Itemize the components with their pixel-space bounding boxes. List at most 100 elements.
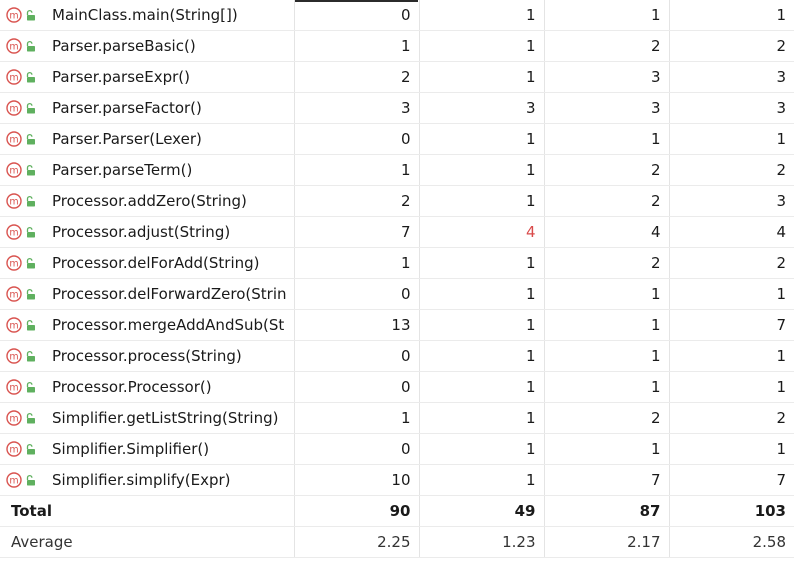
metric-value: 2 <box>668 247 794 279</box>
method-icon: m <box>6 472 22 488</box>
total-value: 103 <box>668 495 794 527</box>
method-row[interactable]: m Parser.Parser(Lexer) 0 1 1 1 <box>0 123 794 155</box>
method-row[interactable]: m Simplifier.simplify(Expr) 10 1 7 7 <box>0 464 794 496</box>
method-row[interactable]: m Parser.parseTerm() 1 1 2 2 <box>0 154 794 186</box>
method-row[interactable]: m Simplifier.getListString(String) 1 1 2 2 <box>0 402 794 434</box>
metric-value: 2 <box>668 402 794 434</box>
method-name-cell: m Parser.Parser(Lexer) <box>0 123 294 155</box>
public-lock-icon <box>26 319 35 331</box>
metric-value: 1 <box>543 340 669 372</box>
average-value: 2.25 <box>293 526 419 558</box>
total-value: 90 <box>293 495 419 527</box>
svg-text:m: m <box>9 10 18 21</box>
method-name-cell: m MainClass.main(String[]) <box>0 0 294 31</box>
method-name-wrap: m Processor.delForAdd(String) <box>6 254 294 272</box>
method-row[interactable]: m Parser.parseFactor() 3 3 3 3 <box>0 92 794 124</box>
metrics-table: m MainClass.main(String[]) 0 1 1 1 m Parser.par… <box>0 0 794 558</box>
metric-value: 1 <box>293 402 419 434</box>
method-row[interactable]: m Simplifier.Simplifier() 0 1 1 1 <box>0 433 794 465</box>
method-name: Simplifier.simplify(Expr) <box>52 471 231 489</box>
metric-value: 1 <box>418 309 544 341</box>
metric-value: 1 <box>293 154 419 186</box>
method-name: Parser.Parser(Lexer) <box>52 130 202 148</box>
method-name-cell: m Parser.parseBasic() <box>0 30 294 62</box>
svg-text:m: m <box>9 320 18 331</box>
public-lock-icon <box>26 9 35 21</box>
metric-value: 1 <box>668 278 794 310</box>
average-label: Average <box>0 526 294 558</box>
method-name-wrap: m Parser.parseTerm() <box>6 161 294 179</box>
average-value: 2.58 <box>668 526 794 558</box>
method-icon: m <box>6 7 22 23</box>
public-lock-icon <box>26 226 35 238</box>
metric-value: 3 <box>543 61 669 93</box>
public-lock-icon <box>26 164 35 176</box>
svg-text:m: m <box>9 134 18 145</box>
metric-value: 1 <box>418 278 544 310</box>
metric-value: 4 <box>543 216 669 248</box>
metric-value: 1 <box>418 464 544 496</box>
svg-text:m: m <box>9 444 18 455</box>
method-row[interactable]: m Processor.Processor() 0 1 1 1 <box>0 371 794 403</box>
method-row[interactable]: m Processor.adjust(String) 7 4 4 4 <box>0 216 794 248</box>
method-name-wrap: m Processor.delForwardZero(Strin <box>6 285 294 303</box>
method-row[interactable]: m Processor.process(String) 0 1 1 1 <box>0 340 794 372</box>
public-lock-icon <box>26 288 35 300</box>
method-icon: m <box>6 255 22 271</box>
method-row[interactable]: m Parser.parseExpr() 2 1 3 3 <box>0 61 794 93</box>
method-icon: m <box>6 348 22 364</box>
method-name-wrap: m Parser.parseFactor() <box>6 99 294 117</box>
method-row[interactable]: m Processor.addZero(String) 2 1 2 3 <box>0 185 794 217</box>
method-name-cell: m Processor.mergeAddAndSub(St <box>0 309 294 341</box>
public-lock-icon <box>26 412 35 424</box>
metric-value: 1 <box>543 0 669 31</box>
metric-value: 2 <box>668 154 794 186</box>
average-row[interactable]: Average 2.25 1.23 2.17 2.58 <box>0 526 794 558</box>
method-row[interactable]: m Parser.parseBasic() 1 1 2 2 <box>0 30 794 62</box>
metric-value: 2 <box>293 185 419 217</box>
public-lock-icon <box>26 102 35 114</box>
metric-value: 4 <box>418 216 544 248</box>
method-name-wrap: m Parser.parseBasic() <box>6 37 294 55</box>
method-name: Simplifier.getListString(String) <box>52 409 279 427</box>
method-name: Processor.adjust(String) <box>52 223 231 241</box>
metric-value: 1 <box>543 123 669 155</box>
method-name-wrap: m Parser.Parser(Lexer) <box>6 130 294 148</box>
method-icon: m <box>6 100 22 116</box>
method-name: Parser.parseExpr() <box>52 68 191 86</box>
method-name: Processor.delForAdd(String) <box>52 254 260 272</box>
svg-text:m: m <box>9 351 18 362</box>
method-icon: m <box>6 131 22 147</box>
method-row[interactable]: m Processor.mergeAddAndSub(St 13 1 1 7 <box>0 309 794 341</box>
metric-value: 7 <box>668 464 794 496</box>
method-name-cell: m Processor.delForwardZero(Strin <box>0 278 294 310</box>
method-name: Parser.parseBasic() <box>52 37 196 55</box>
method-row[interactable]: m MainClass.main(String[]) 0 1 1 1 <box>0 0 794 31</box>
svg-text:m: m <box>9 227 18 238</box>
public-lock-icon <box>26 474 35 486</box>
public-lock-icon <box>26 133 35 145</box>
method-row[interactable]: m Processor.delForAdd(String) 1 1 2 2 <box>0 247 794 279</box>
total-row[interactable]: Total 90 49 87 103 <box>0 495 794 527</box>
method-name-wrap: m Processor.mergeAddAndSub(St <box>6 316 294 334</box>
method-name: Simplifier.Simplifier() <box>52 440 210 458</box>
metric-value: 3 <box>668 185 794 217</box>
svg-text:m: m <box>9 289 18 300</box>
metric-value: 4 <box>668 216 794 248</box>
method-name-cell: m Processor.process(String) <box>0 340 294 372</box>
metric-value: 13 <box>293 309 419 341</box>
metric-value: 1 <box>668 0 794 31</box>
metric-value: 1 <box>293 30 419 62</box>
method-icon: m <box>6 224 22 240</box>
svg-text:m: m <box>9 413 18 424</box>
metric-value: 3 <box>668 92 794 124</box>
method-name-wrap: m Processor.adjust(String) <box>6 223 294 241</box>
metric-value: 0 <box>293 0 419 31</box>
method-icon: m <box>6 317 22 333</box>
method-name-wrap: m Simplifier.simplify(Expr) <box>6 471 294 489</box>
method-row[interactable]: m Processor.delForwardZero(Strin 0 1 1 1 <box>0 278 794 310</box>
method-icon: m <box>6 410 22 426</box>
method-name: Processor.addZero(String) <box>52 192 247 210</box>
metric-value: 1 <box>668 371 794 403</box>
method-icon: m <box>6 379 22 395</box>
